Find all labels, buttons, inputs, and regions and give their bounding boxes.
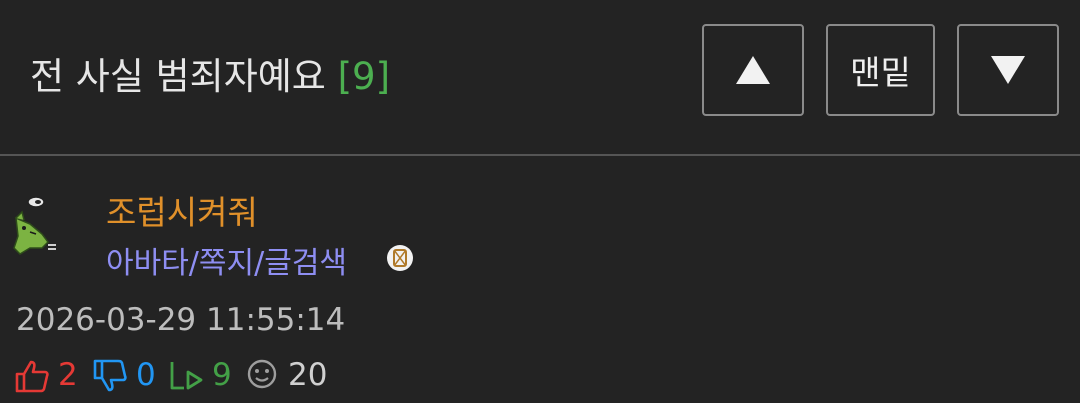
smiley-icon: [247, 359, 277, 389]
post-title-text: 전 사실 범죄자예요: [30, 55, 326, 98]
badge-icon: [387, 245, 413, 271]
avatar[interactable]: [12, 190, 62, 266]
like-count: 2: [58, 357, 78, 393]
thumbs-down-icon[interactable]: [92, 358, 128, 394]
dislike-count: 0: [136, 357, 156, 393]
author-name[interactable]: 조럽시켜줘: [106, 186, 258, 234]
scroll-down-button[interactable]: [957, 24, 1059, 116]
author-links[interactable]: 아바타/쪽지/글검색: [106, 238, 347, 282]
scroll-top-button[interactable]: [702, 24, 804, 116]
post-header: 전 사실 범죄자예요 [9] 맨밑: [0, 0, 1080, 156]
share-count: 9: [212, 357, 232, 393]
view-count: 20: [288, 357, 328, 393]
post-datetime: 2026-03-29 11:55:14: [16, 302, 346, 338]
post-title: 전 사실 범죄자예요 [9]: [30, 46, 390, 100]
thumbs-up-icon[interactable]: [14, 358, 50, 394]
up-arrow-icon: [736, 56, 770, 84]
scroll-bottom-button[interactable]: 맨밑: [826, 24, 935, 116]
down-arrow-icon: [991, 56, 1025, 84]
comment-count[interactable]: [9]: [338, 55, 390, 98]
reply-arrow-icon[interactable]: [168, 358, 204, 394]
